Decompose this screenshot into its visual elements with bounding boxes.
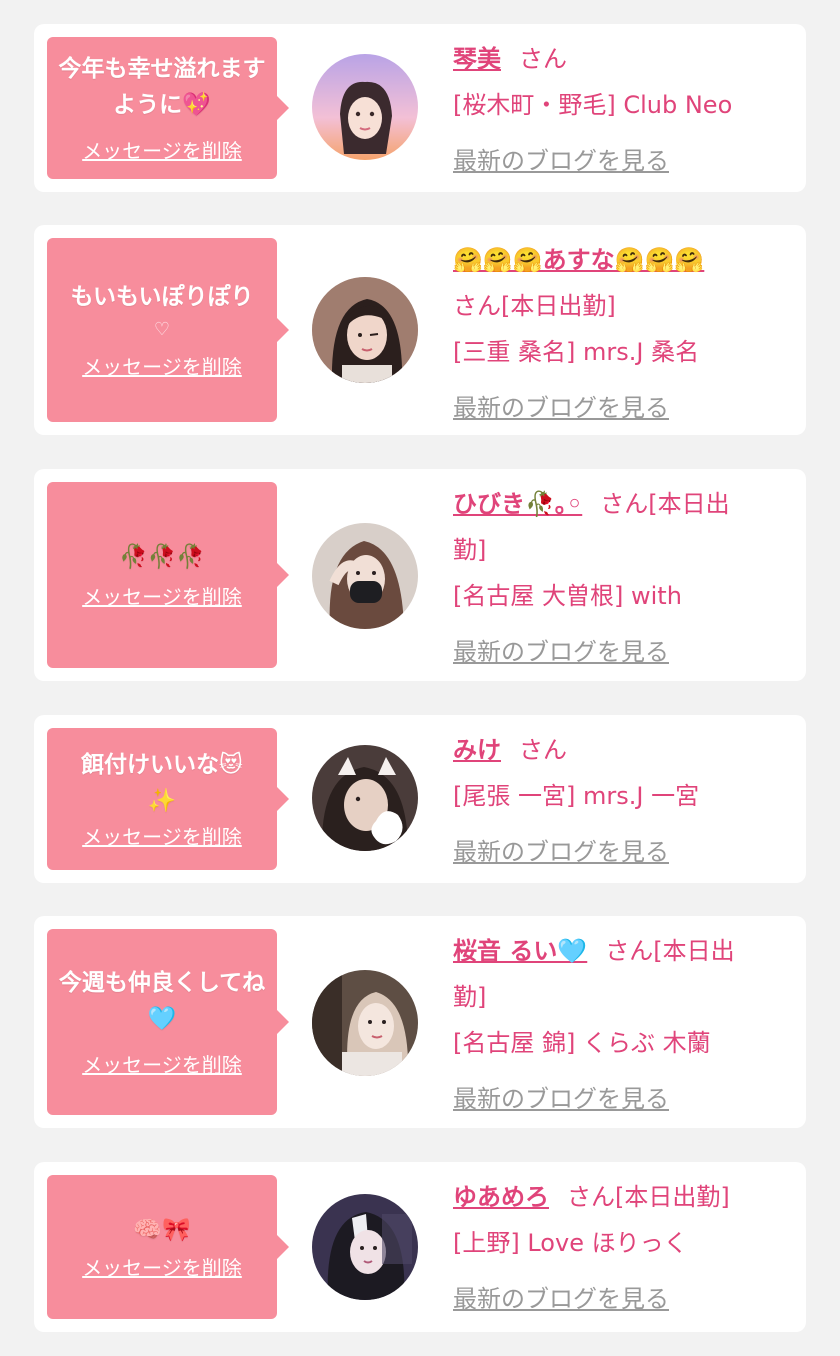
- latest-blog-link[interactable]: 最新のブログを見る: [453, 385, 793, 431]
- cast-name-link[interactable]: 琴美: [453, 45, 501, 73]
- cast-info: ひびき🥀｡◦ さん[本日出 勤] [名古屋 大曽根] with 最新のブログを見る: [453, 481, 793, 675]
- cast-name-link[interactable]: みけ: [453, 736, 501, 764]
- list-item: 今年も幸せ溢れますように💖 メッセージを削除 琴美 さん [桜木町・野毛] Cl…: [34, 24, 806, 192]
- delete-message-link[interactable]: メッセージを削除: [82, 353, 242, 381]
- message-bubble: 今年も幸せ溢れますように💖 メッセージを削除: [47, 37, 289, 179]
- avatar[interactable]: [312, 745, 418, 851]
- shop-info: [桜木町・野毛] Club Neo: [453, 91, 733, 119]
- message-text: 今週も仲良くしてね🩵: [58, 970, 266, 1032]
- message-text: もいもいぽりぽり: [70, 284, 254, 310]
- message-bubble: もいもいぽりぽり ♡ メッセージを削除: [47, 238, 289, 422]
- honorific: さん: [519, 736, 567, 764]
- honorific: さん[本日出: [605, 937, 735, 965]
- honorific: さん: [519, 45, 567, 73]
- cast-name-link[interactable]: 🤗🤗🤗あすな🤗🤗🤗: [453, 246, 704, 274]
- list-item: 今週も仲良くしてね🩵 メッセージを削除 桜音 るい🩵 さん[本日出 勤] [名古屋…: [34, 916, 806, 1128]
- list-item: 餌付けいいな😻 ✨ メッセージを削除 みけ さん [尾張 一宮] mrs.J 一宮…: [34, 715, 806, 883]
- message-bubble: 🧠🎀 メッセージを削除: [47, 1175, 289, 1319]
- favorites-list: 今年も幸せ溢れますように💖 メッセージを削除 琴美 さん [桜木町・野毛] Cl…: [0, 0, 840, 1356]
- latest-blog-link[interactable]: 最新のブログを見る: [453, 829, 793, 875]
- latest-blog-link[interactable]: 最新のブログを見る: [453, 629, 793, 675]
- latest-blog-link[interactable]: 最新のブログを見る: [453, 138, 793, 184]
- avatar[interactable]: [312, 54, 418, 160]
- cast-name-link[interactable]: 桜音 るい🩵: [453, 937, 587, 965]
- message-text: 今年も幸せ溢れますように💖: [58, 56, 266, 118]
- message-text-2: ✨: [147, 788, 177, 814]
- shop-info: [名古屋 錦] くらぶ 木蘭: [453, 1029, 711, 1057]
- avatar[interactable]: [312, 277, 418, 383]
- message-bubble: 🥀🥀🥀 メッセージを削除: [47, 482, 289, 668]
- cast-name-link[interactable]: ゆあめろ: [453, 1183, 549, 1211]
- message-text: 🧠🎀: [133, 1217, 191, 1243]
- message-bubble: 今週も仲良くしてね🩵 メッセージを削除: [47, 929, 289, 1115]
- shop-info: [尾張 一宮] mrs.J 一宮: [453, 782, 700, 810]
- message-text: 餌付けいいな😻: [81, 752, 243, 778]
- heart-icon: ♡: [153, 319, 171, 340]
- cast-name-link[interactable]: ひびき🥀｡◦: [453, 490, 582, 518]
- cast-info: ゆあめろ さん[本日出勤] [上野] Love ほりっく 最新のブログを見る: [453, 1174, 793, 1322]
- cast-info: 🤗🤗🤗あすな🤗🤗🤗 さん[本日出勤] [三重 桑名] mrs.J 桑名 最新のブ…: [453, 237, 793, 431]
- avatar[interactable]: [312, 970, 418, 1076]
- latest-blog-link[interactable]: 最新のブログを見る: [453, 1076, 793, 1122]
- shop-info: [三重 桑名] mrs.J 桑名: [453, 338, 700, 366]
- honorific-cont: 勤]: [453, 536, 487, 564]
- honorific: さん[本日出勤]: [453, 292, 616, 320]
- honorific-cont: 勤]: [453, 983, 487, 1011]
- delete-message-link[interactable]: メッセージを削除: [82, 137, 242, 165]
- delete-message-link[interactable]: メッセージを削除: [82, 823, 242, 851]
- avatar[interactable]: [312, 523, 418, 629]
- list-item: 🥀🥀🥀 メッセージを削除 ひびき🥀｡◦ さん[本日出 勤] [名古屋 大曽根] w…: [34, 469, 806, 681]
- latest-blog-link[interactable]: 最新のブログを見る: [453, 1276, 793, 1322]
- delete-message-link[interactable]: メッセージを削除: [82, 1051, 242, 1079]
- cast-info: みけ さん [尾張 一宮] mrs.J 一宮 最新のブログを見る: [453, 727, 793, 875]
- honorific: さん[本日出: [600, 490, 730, 518]
- list-item: 🧠🎀 メッセージを削除 ゆあめろ さん[本日出勤] [上野] Love ほりっく …: [34, 1162, 806, 1332]
- message-text: 🥀🥀🥀: [119, 544, 205, 570]
- list-item: もいもいぽりぽり ♡ メッセージを削除 🤗🤗🤗あすな🤗🤗🤗 さん[本日出勤] […: [34, 225, 806, 435]
- delete-message-link[interactable]: メッセージを削除: [82, 1254, 242, 1282]
- delete-message-link[interactable]: メッセージを削除: [82, 583, 242, 611]
- honorific: さん[本日出勤]: [567, 1183, 730, 1211]
- shop-info: [上野] Love ほりっく: [453, 1229, 688, 1257]
- cast-info: 琴美 さん [桜木町・野毛] Club Neo 最新のブログを見る: [453, 36, 793, 184]
- message-bubble: 餌付けいいな😻 ✨ メッセージを削除: [47, 728, 289, 870]
- shop-info: [名古屋 大曽根] with: [453, 582, 682, 610]
- avatar[interactable]: [312, 1194, 418, 1300]
- cast-info: 桜音 るい🩵 さん[本日出 勤] [名古屋 錦] くらぶ 木蘭 最新のブログを見る: [453, 928, 793, 1122]
